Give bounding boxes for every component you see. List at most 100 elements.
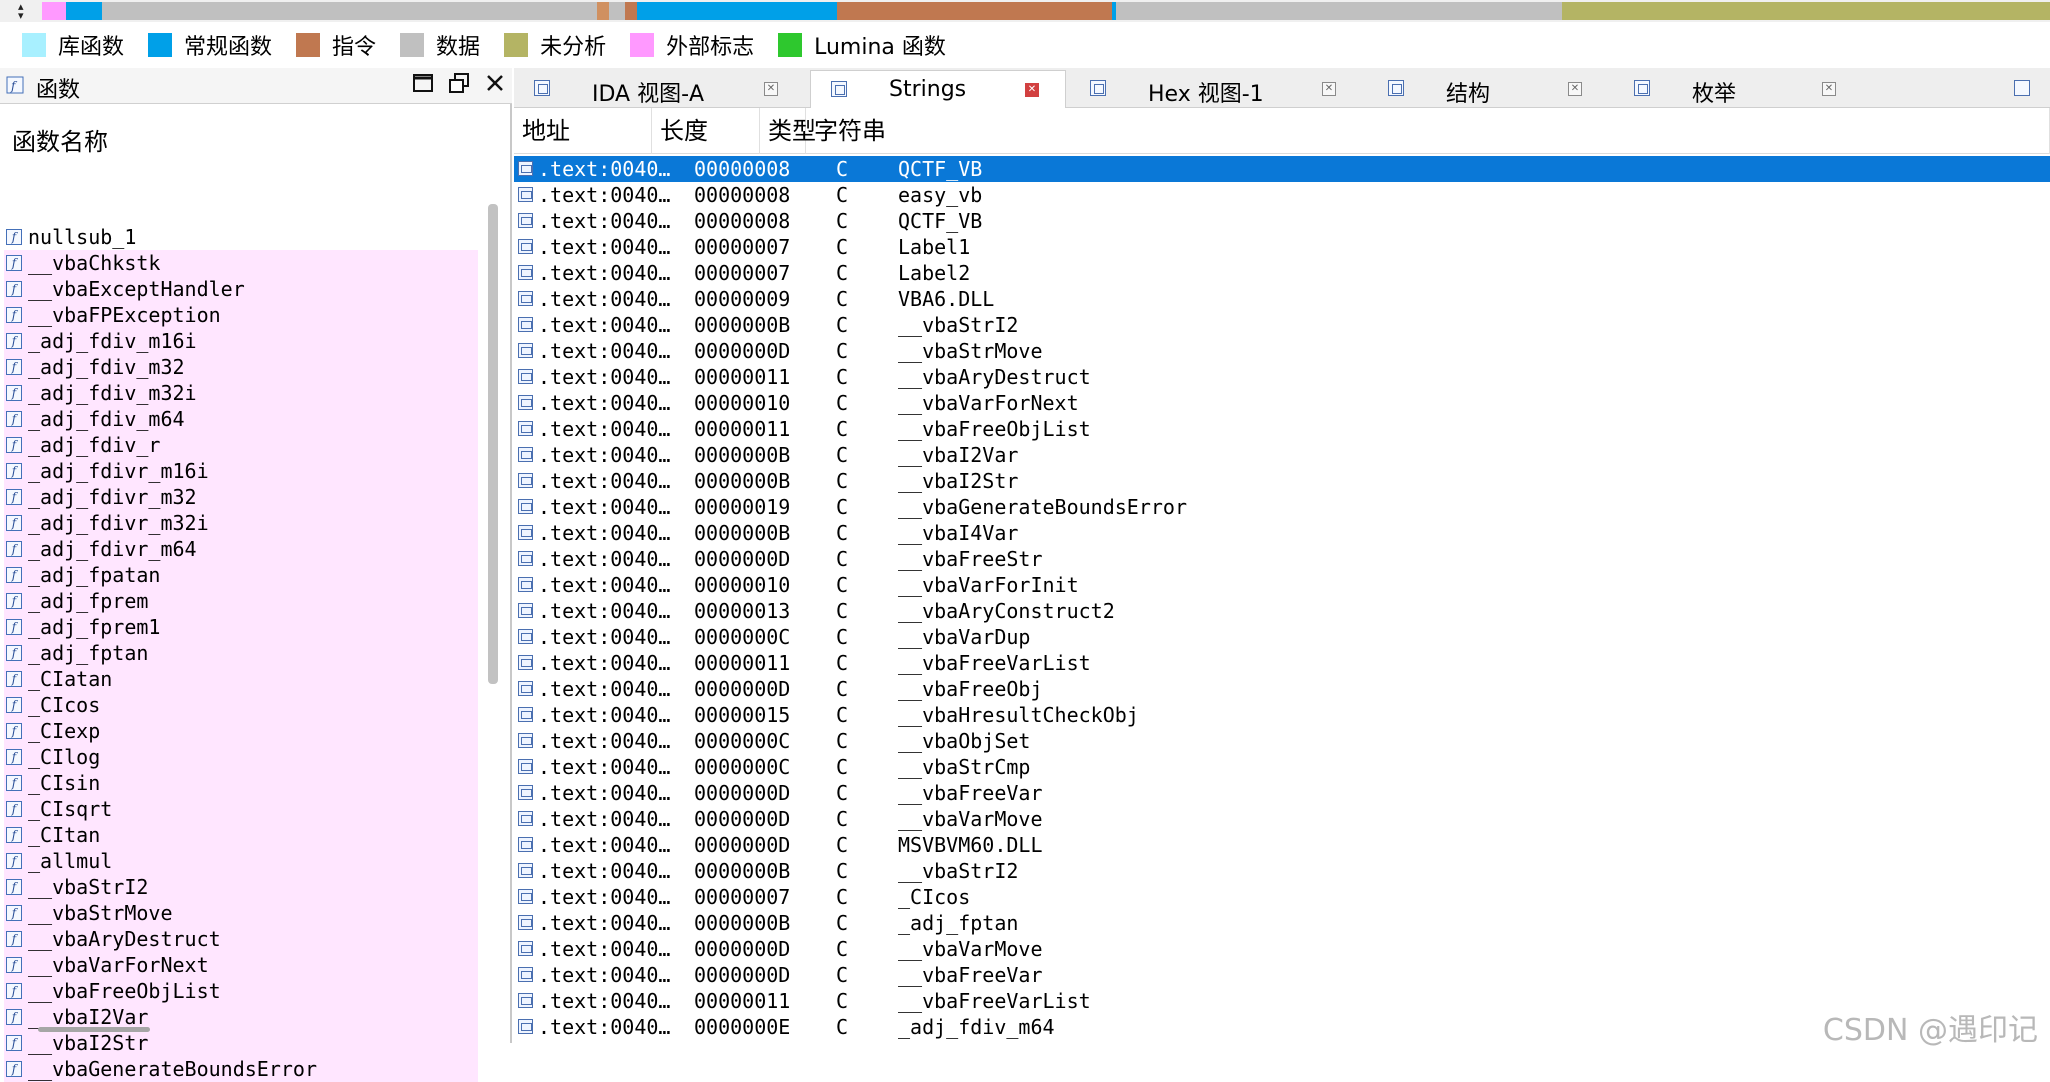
- function-list-item[interactable]: f _adj_fdiv_m32: [4, 354, 478, 380]
- function-list[interactable]: f nullsub_1 f __vbaChkstk f __vbaExceptHandle…: [4, 224, 478, 1082]
- table-row[interactable]: .text:0040… 0000000C C __vbaObjSet: [514, 728, 2050, 754]
- maximize-icon[interactable]: [410, 71, 436, 99]
- function-list-item[interactable]: f _adj_fpatan: [4, 562, 478, 588]
- table-row[interactable]: .text:0040… 00000015 C __vbaHresultCheckObj: [514, 702, 2050, 728]
- table-row[interactable]: .text:0040… 0000000B C __vbaStrI2: [514, 858, 2050, 884]
- function-list-item[interactable]: f _adj_fptan: [4, 640, 478, 666]
- navigation-band[interactable]: ▴ ▾: [0, 0, 2050, 22]
- function-list-horizontal-scrollbar[interactable]: [38, 1027, 150, 1032]
- table-row[interactable]: .text:0040… 0000000D C __vbaFreeVar: [514, 962, 2050, 988]
- navigation-segment[interactable]: [1562, 2, 2050, 20]
- function-list-item[interactable]: f __vbaFreeObjList: [4, 978, 478, 1004]
- table-row[interactable]: .text:0040… 0000000C C __vbaVarDup: [514, 624, 2050, 650]
- navigation-segment[interactable]: [637, 2, 837, 20]
- functions-panel-titlebar[interactable]: f 函数: [0, 68, 512, 104]
- function-list-item[interactable]: f _CIsin: [4, 770, 478, 796]
- table-row[interactable]: .text:0040… 00000011 C __vbaFreeVarList: [514, 988, 2050, 1014]
- table-row[interactable]: .text:0040… 00000010 C __vbaVarForInit: [514, 572, 2050, 598]
- function-list-item[interactable]: f __vbaExceptHandler: [4, 276, 478, 302]
- function-list-item[interactable]: f _adj_fdivr_m32: [4, 484, 478, 510]
- table-row[interactable]: .text:0040… 00000011 C __vbaFreeObjList: [514, 416, 2050, 442]
- function-list-item[interactable]: f __vbaGenerateBoundsError: [4, 1056, 478, 1082]
- table-row[interactable]: .text:0040… 00000010 C __vbaVarForNext: [514, 390, 2050, 416]
- string-column-header[interactable]: 字符串: [806, 108, 2050, 154]
- function-list-item[interactable]: f _adj_fdiv_m64: [4, 406, 478, 432]
- address-column-header[interactable]: 地址: [514, 108, 652, 154]
- function-list-item[interactable]: f _adj_fdivr_m64: [4, 536, 478, 562]
- close-icon[interactable]: ✕: [764, 82, 778, 96]
- table-row[interactable]: .text:0040… 0000000B C __vbaI2Var: [514, 442, 2050, 468]
- table-row[interactable]: .text:0040… 0000000D C __vbaFreeObj: [514, 676, 2050, 702]
- table-row[interactable]: .text:0040… 0000000E C _adj_fdiv_m64: [514, 1014, 2050, 1040]
- table-row[interactable]: .text:0040… 00000007 C _CIcos: [514, 884, 2050, 910]
- tab-ida-a[interactable]: IDA 视图-A ✕: [514, 70, 806, 108]
- table-row[interactable]: .text:0040… 0000000D C __vbaFreeVar: [514, 780, 2050, 806]
- table-row[interactable]: .text:0040… 0000000B C __vbaI2Str: [514, 468, 2050, 494]
- function-list-item[interactable]: f _CIlog: [4, 744, 478, 770]
- function-list-item[interactable]: f _adj_fdivr_m16i: [4, 458, 478, 484]
- navigation-segment[interactable]: [837, 2, 1112, 20]
- tab-overflow-icon[interactable]: [2014, 80, 2030, 96]
- table-row[interactable]: .text:0040… 0000000D C __vbaStrMove: [514, 338, 2050, 364]
- tab-hex-1[interactable]: Hex 视图-1 ✕: [1070, 70, 1364, 108]
- function-list-item[interactable]: f __vbaStrMove: [4, 900, 478, 926]
- table-row[interactable]: .text:0040… 0000000C C __vbaStrCmp: [514, 754, 2050, 780]
- function-list-item[interactable]: f __vbaStrI2: [4, 874, 478, 900]
- table-row[interactable]: .text:0040… 0000000D C MSVBVM60.DLL: [514, 832, 2050, 858]
- close-icon[interactable]: ✕: [1322, 82, 1336, 96]
- function-list-vertical-scrollbar[interactable]: [488, 204, 498, 684]
- function-list-item[interactable]: f _allmul: [4, 848, 478, 874]
- navigation-segment[interactable]: [625, 2, 637, 20]
- table-row[interactable]: .text:0040… 0000000D C __vbaVarMove: [514, 936, 2050, 962]
- function-list-item[interactable]: f _adj_fprem1: [4, 614, 478, 640]
- type-column-header[interactable]: 类型: [760, 108, 816, 154]
- strings-table-body[interactable]: .text:0040… 00000008 C QCTF_VB .text:0040… 00…: [514, 156, 2050, 1040]
- close-icon[interactable]: ✕: [1568, 82, 1582, 96]
- function-list-item[interactable]: f __vbaI2Str: [4, 1030, 478, 1056]
- table-row[interactable]: .text:0040… 0000000B C __vbaI4Var: [514, 520, 2050, 546]
- function-list-item[interactable]: f _CItan: [4, 822, 478, 848]
- table-row[interactable]: .text:0040… 00000009 C VBA6.DLL: [514, 286, 2050, 312]
- close-icon[interactable]: [482, 71, 508, 99]
- table-row[interactable]: .text:0040… 0000000B C __vbaStrI2: [514, 312, 2050, 338]
- table-row[interactable]: .text:0040… 0000000B C _adj_fptan: [514, 910, 2050, 936]
- table-row[interactable]: .text:0040… 0000000D C __vbaVarMove: [514, 806, 2050, 832]
- function-list-item[interactable]: f __vbaVarForNext: [4, 952, 478, 978]
- table-row[interactable]: .text:0040… 00000008 Ceasy_vb: [514, 182, 2050, 208]
- navigation-segment[interactable]: [1116, 2, 1562, 20]
- navigation-segment[interactable]: [42, 2, 66, 20]
- close-icon[interactable]: ✕: [1025, 83, 1039, 97]
- function-list-item[interactable]: f _adj_fprem: [4, 588, 478, 614]
- navigation-segment[interactable]: [609, 2, 625, 20]
- table-row[interactable]: .text:0040… 00000019 C __vbaGenerateBoundsE…: [514, 494, 2050, 520]
- table-row[interactable]: .text:0040… 00000008 C QCTF_VB: [514, 208, 2050, 234]
- table-row[interactable]: .text:0040… 00000011 C __vbaFreeVarList: [514, 650, 2050, 676]
- float-window-icon[interactable]: [446, 71, 472, 99]
- function-list-item[interactable]: f _CIcos: [4, 692, 478, 718]
- navigation-segment[interactable]: [597, 2, 609, 20]
- tab-[interactable]: 枚举 ✕: [1614, 70, 1864, 108]
- tab-strings[interactable]: Strings ✕: [810, 70, 1066, 108]
- function-list-item[interactable]: f _CIsqrt: [4, 796, 478, 822]
- nav-arrows-icon[interactable]: ▴ ▾: [18, 1, 38, 21]
- length-column-header[interactable]: 长度: [652, 108, 760, 154]
- function-list-item[interactable]: f _adj_fdiv_m16i: [4, 328, 478, 354]
- function-list-item[interactable]: f __vbaAryDestruct: [4, 926, 478, 952]
- navigation-segment[interactable]: [102, 2, 597, 20]
- function-list-item[interactable]: f _adj_fdiv_m32i: [4, 380, 478, 406]
- navigation-strip[interactable]: [42, 2, 2050, 20]
- tab-[interactable]: 结构 ✕: [1368, 70, 1610, 108]
- navigation-segment[interactable]: [66, 2, 102, 20]
- table-row[interactable]: .text:0040… 00000008 C QCTF_VB: [514, 156, 2050, 182]
- table-row[interactable]: .text:0040… 00000007 C Label2: [514, 260, 2050, 286]
- table-row[interactable]: .text:0040… 00000007 C Label1: [514, 234, 2050, 260]
- table-row[interactable]: .text:0040… 0000000D C __vbaFreeStr: [514, 546, 2050, 572]
- function-list-item[interactable]: f _adj_fdivr_m32i: [4, 510, 478, 536]
- close-icon[interactable]: ✕: [1822, 82, 1836, 96]
- function-list-item[interactable]: f _CIatan: [4, 666, 478, 692]
- table-row[interactable]: .text:0040… 00000013 C __vbaAryConstruct2: [514, 598, 2050, 624]
- function-list-item[interactable]: f nullsub_1: [4, 224, 478, 250]
- function-list-item[interactable]: f __vbaFPException: [4, 302, 478, 328]
- function-list-item[interactable]: f __vbaChkstk: [4, 250, 478, 276]
- table-row[interactable]: .text:0040… 00000011 C __vbaAryDestruct: [514, 364, 2050, 390]
